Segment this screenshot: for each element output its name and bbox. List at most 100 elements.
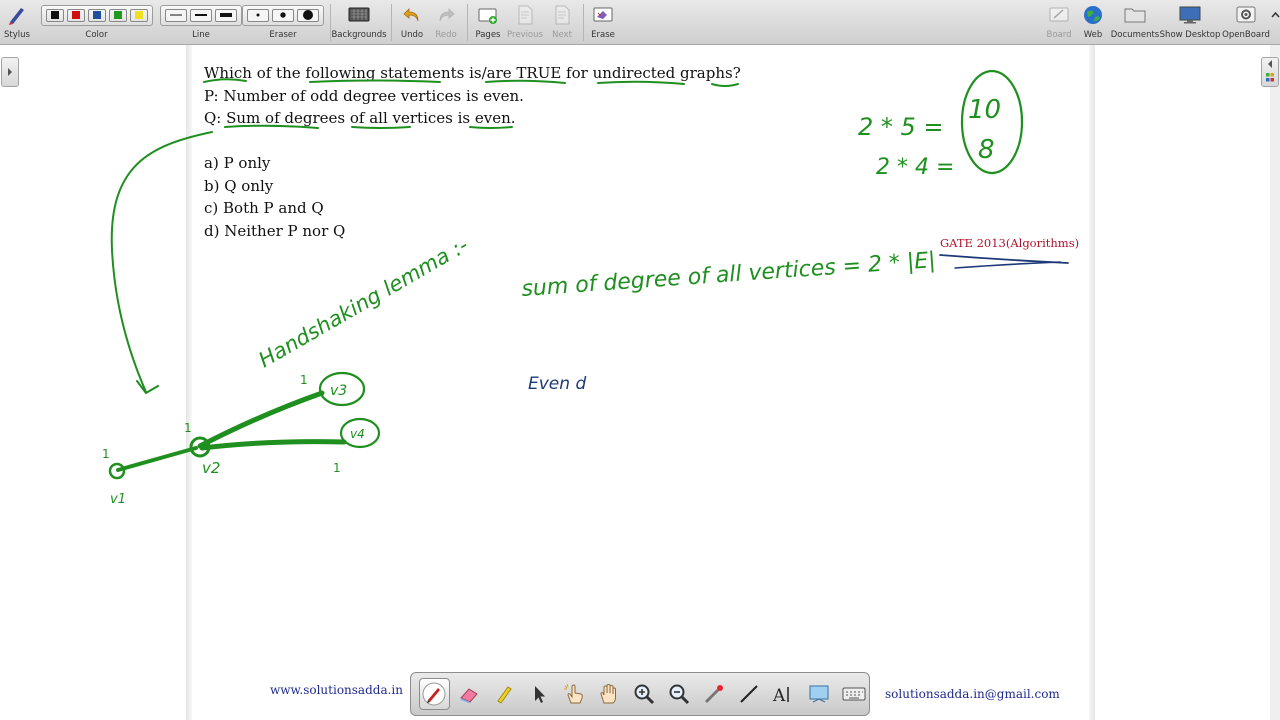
degree-v2: 1 [184, 421, 192, 435]
color-palette [40, 4, 153, 26]
laser-pointer-icon [704, 685, 723, 704]
eraser-group: Eraser [242, 0, 324, 45]
hand-pan-icon [600, 683, 617, 704]
underline [203, 78, 247, 83]
email-link[interactable]: solutionsadda.in@gmail.com [885, 687, 1060, 701]
lemma-formula: sum of degree of all vertices = 2 * |E| [521, 248, 937, 302]
line-thin[interactable] [165, 8, 187, 22]
eraser-medium[interactable] [272, 8, 294, 22]
fullscreen-toggle[interactable] [1271, 0, 1280, 45]
pen-icon [422, 682, 446, 706]
eraser-tool[interactable] [454, 678, 485, 710]
keyboard-icon [842, 687, 866, 701]
redo-icon [439, 8, 455, 22]
add-page-icon [478, 8, 497, 24]
laser-pointer-tool[interactable] [698, 678, 729, 710]
pen-tool[interactable] [419, 678, 450, 710]
degree-v3: 1 [300, 373, 308, 387]
underline [485, 79, 566, 84]
color-group: Color [40, 0, 153, 45]
color-yellow[interactable] [129, 8, 148, 22]
calc-line-1: 2 * 5 = [858, 113, 944, 141]
zoom-out-tool[interactable] [663, 678, 694, 710]
chevron-up-icon [1271, 11, 1280, 18]
board-button[interactable]: Board [1044, 0, 1074, 45]
calc-line-2: 2 * 4 = [876, 155, 954, 180]
next-button[interactable]: Next [547, 0, 577, 45]
selector-tool[interactable] [524, 678, 555, 710]
label-v3: v3 [330, 383, 347, 399]
tool-dock: A [410, 672, 870, 716]
stylus-button[interactable]: Stylus [3, 0, 31, 45]
website-link[interactable]: www.solutionsadda.in [270, 683, 403, 697]
show-desktop-button[interactable]: Show Desktop [1160, 0, 1220, 45]
text-tool[interactable]: A [768, 678, 799, 710]
backgrounds-button[interactable]: Backgrounds [331, 0, 387, 45]
redo-button[interactable]: Redo [432, 0, 460, 45]
stylus-icon [9, 8, 24, 25]
backgrounds-icon [348, 7, 370, 22]
zoom-in-icon [634, 684, 655, 705]
arrow-curve [110, 131, 213, 393]
degree-v4: 1 [333, 461, 341, 475]
underline [597, 80, 685, 85]
color-black[interactable] [45, 8, 64, 22]
underline [351, 126, 411, 129]
eraser-icon [460, 688, 479, 703]
folder-icon [1124, 8, 1146, 23]
ink-layer: 2 * 5 = 10 2 * 4 = 8 Handshaking lemma :… [102, 69, 1069, 507]
eraser-large[interactable] [297, 8, 319, 22]
hand-tool[interactable] [594, 678, 625, 710]
highlighter-icon [497, 686, 513, 704]
line-thick[interactable] [215, 8, 237, 22]
edge-v2-v3 [197, 390, 325, 449]
label-v1: v1 [110, 492, 126, 507]
next-page-icon [555, 5, 570, 25]
even-note: Even d [528, 374, 586, 394]
underline [469, 126, 513, 129]
underline [309, 79, 441, 83]
text-icon: A [772, 686, 789, 706]
underline [224, 124, 319, 129]
top-toolbar: Stylus Color Line Eraser Backgrounds Und… [0, 0, 1280, 45]
virtual-keyboard-tool[interactable] [838, 678, 869, 710]
edge-v2-v4 [199, 439, 347, 451]
documents-button[interactable]: Documents [1111, 0, 1159, 45]
eraser-small[interactable] [247, 8, 269, 22]
color-green[interactable] [108, 8, 127, 22]
calc-result-2: 8 [978, 135, 995, 165]
monitor-icon [1179, 6, 1201, 24]
erase-board-icon [593, 7, 613, 22]
color-red[interactable] [66, 8, 85, 22]
screen-capture-icon [809, 685, 829, 703]
highlighter-tool[interactable] [489, 678, 520, 710]
line-group: Line [160, 0, 242, 45]
arrow-head [136, 380, 159, 394]
cursor-arrow-icon [535, 686, 546, 703]
previous-page-icon [518, 5, 533, 25]
label-v2: v2 [202, 459, 220, 477]
underline [711, 83, 739, 87]
previous-button[interactable]: Previous [507, 0, 543, 45]
line-medium[interactable] [190, 8, 212, 22]
web-button[interactable]: Web [1080, 0, 1106, 45]
color-blue[interactable] [87, 8, 106, 22]
undo-button[interactable]: Undo [398, 0, 426, 45]
settings-icon [1236, 6, 1256, 23]
board-icon [1049, 7, 1069, 22]
calc-result-1: 10 [968, 95, 1001, 125]
line-icon [740, 685, 758, 703]
svg-text:A: A [772, 686, 786, 706]
zoom-in-tool[interactable] [629, 678, 660, 710]
pages-button[interactable]: Pages [472, 0, 504, 45]
globe-icon [1084, 6, 1102, 24]
capture-tool[interactable] [803, 678, 834, 710]
undo-icon [403, 8, 419, 22]
erase-button[interactable]: Erase [588, 0, 618, 45]
line-tool[interactable] [733, 678, 764, 710]
label-v4: v4 [350, 427, 365, 441]
openboard-button[interactable]: OpenBoard [1222, 0, 1270, 45]
play-tool[interactable] [559, 678, 590, 710]
handshaking-lemma: Handshaking lemma :- [255, 233, 473, 373]
source-underline-2 [954, 261, 1061, 269]
